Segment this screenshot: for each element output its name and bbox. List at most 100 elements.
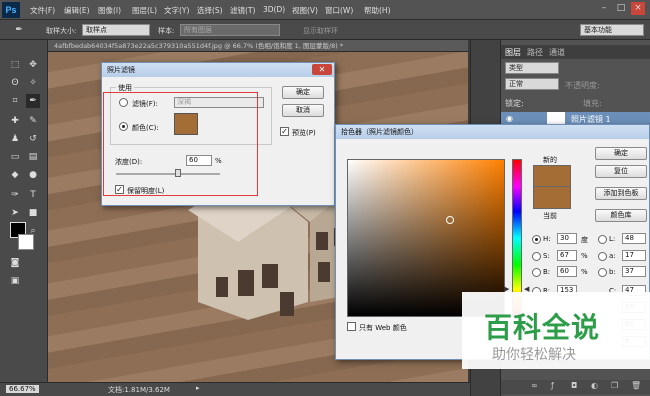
trash-icon[interactable]: 🗑 [631,381,641,390]
history-brush-icon[interactable]: ↺ [26,132,40,146]
baike-watermark: 百科全说 助你轻松解决 [462,292,650,369]
menu-select[interactable]: 选择(S) [197,5,223,16]
b-lab-radio[interactable] [598,268,607,277]
menu-type[interactable]: 文字(Y) [164,5,189,16]
path-select-icon[interactable]: ➤ [8,206,22,220]
b-input[interactable]: 60 [557,266,577,277]
eraser-tool-icon[interactable]: ▭ [8,150,22,164]
new-color-label: 新的 [543,156,557,164]
preview-label: 预览(P) [292,129,316,137]
fill-label: 填充: [583,99,602,108]
color-picker-reset-button[interactable]: 复位 [595,165,647,178]
menu-help[interactable]: 帮助(H) [364,5,391,16]
photoshop-logo: Ps [2,2,20,18]
workspace-select[interactable]: 基本功能 [580,24,644,36]
a-input[interactable]: 17 [622,250,646,261]
preview-checkbox[interactable]: ✓ [280,127,289,136]
photo-filter-cancel-button[interactable]: 取消 [282,104,324,117]
blend-mode-select[interactable]: 正常 [505,78,559,90]
blur-tool-icon[interactable]: ◆ [8,168,22,182]
l-label: L: [609,235,616,243]
new-layer-icon[interactable]: ❐ [611,381,618,390]
layer-actions-bar: ∞ ƒ ◘ ◐ ❐ 🗑 [501,380,650,394]
fx-icon[interactable]: ƒ [551,381,554,390]
link-layers-icon[interactable]: ∞ [531,381,538,390]
stamp-tool-icon[interactable]: ♟ [8,132,22,146]
close-window-button[interactable]: × [631,2,645,15]
sample-size-label: 取样大小: [46,27,77,35]
zoom-level[interactable]: 66.67% [6,385,39,393]
healing-brush-icon[interactable]: ✚ [8,114,22,128]
watermark-subtitle: 助你轻松解决 [492,347,576,363]
tab-channels[interactable]: 通道 [549,47,565,58]
menu-3d[interactable]: 3D(D) [263,5,285,14]
minimize-button[interactable]: – [597,2,611,15]
b-lab-input[interactable]: 37 [622,266,646,277]
new-adjustment-icon[interactable]: ◐ [591,381,598,390]
tools-panel: ⬚ ✥ ʘ ✧ ⌗ ✒ ✚ ✎ ♟ ↺ ▭ ▤ ◆ ● ✑ T ➤ ■ ✋ ⌕ … [0,40,48,396]
crop-tool-icon[interactable]: ⌗ [8,94,22,108]
text-tool-icon[interactable]: T [26,188,40,202]
menu-filter[interactable]: 滤镜(T) [230,5,255,16]
sample-label: 样本: [158,27,175,35]
lasso-tool-icon[interactable]: ʘ [8,76,22,90]
add-to-swatches-button[interactable]: 添加到色板 [595,187,647,200]
color-picker-ok-button[interactable]: 确定 [595,147,647,160]
s-input[interactable]: 67 [557,250,577,261]
menu-edit[interactable]: 编辑(E) [64,5,90,16]
new-color-swatch [533,165,571,187]
a-radio[interactable] [598,252,607,261]
s-radio[interactable] [532,252,541,261]
s-unit: % [581,252,588,260]
rectangle-tool-icon[interactable]: ■ [26,206,40,220]
show-ring-label: 显示取样环 [303,27,338,35]
l-radio[interactable] [598,235,607,244]
current-color-swatch[interactable] [533,187,571,209]
menu-file[interactable]: 文件(F) [30,5,55,16]
color-field-marker[interactable] [446,216,454,224]
add-mask-icon[interactable]: ◘ [571,381,577,390]
eyedropper-icon[interactable]: ✒ [26,94,40,108]
menu-layer[interactable]: 图层(L) [132,5,157,16]
h-unit: 度 [581,236,588,244]
menu-view[interactable]: 视图(V) [292,5,318,16]
marquee-tool-icon[interactable]: ⬚ [8,58,22,72]
layer-filter-select[interactable]: 类型 [505,62,559,74]
gradient-tool-icon[interactable]: ▤ [26,150,40,164]
web-only-checkbox[interactable] [347,322,356,331]
current-color-label: 当前 [543,212,557,220]
sample-select[interactable]: 所有图层 [180,24,280,36]
background-color-swatch[interactable] [18,234,34,250]
pen-tool-icon[interactable]: ✑ [8,188,22,202]
document-tab[interactable]: 4afbfbedab64034f5a873e22a5c379310a551d4f… [48,40,468,52]
screen-mode-icon[interactable]: ▣ [8,274,22,288]
magic-wand-icon[interactable]: ✧ [26,76,40,90]
sample-size-select[interactable]: 取样点 [82,24,150,36]
s-label: S: [543,252,550,260]
quick-mask-icon[interactable]: ◙ [8,256,22,270]
options-bar: ✒ 取样大小: 取样点 样本: 所有图层 显示取样环 基本功能 [0,20,650,55]
status-arrow-icon[interactable]: ▸ [196,384,200,392]
tab-layers[interactable]: 图层 [505,47,521,58]
h-label: H: [543,235,551,243]
visibility-eye-icon[interactable]: ◉ [506,114,513,123]
photo-filter-title: 照片滤镜 [107,66,135,74]
annotation-highlight-box [103,92,258,196]
document-info: 文档:1.81M/3.62M [108,386,170,394]
dodge-tool-icon[interactable]: ● [26,168,40,182]
opacity-label: 不透明度: [565,81,600,90]
tab-paths[interactable]: 路径 [527,47,543,58]
menu-image[interactable]: 图像(I) [98,5,121,16]
photo-filter-close-button[interactable]: ✕ [312,64,332,75]
brush-tool-icon[interactable]: ✎ [26,114,40,128]
h-radio[interactable] [532,235,541,244]
menu-window[interactable]: 窗口(W) [325,5,353,16]
move-tool-icon[interactable]: ✥ [26,58,40,72]
color-libraries-button[interactable]: 颜色库 [595,209,647,222]
photo-filter-ok-button[interactable]: 确定 [282,86,324,99]
b-radio[interactable] [532,268,541,277]
h-input[interactable]: 30 [557,233,577,244]
eyedropper-tool-icon[interactable]: ✒ [12,23,26,37]
maximize-button[interactable]: □ [614,2,628,15]
l-input[interactable]: 48 [622,233,646,244]
